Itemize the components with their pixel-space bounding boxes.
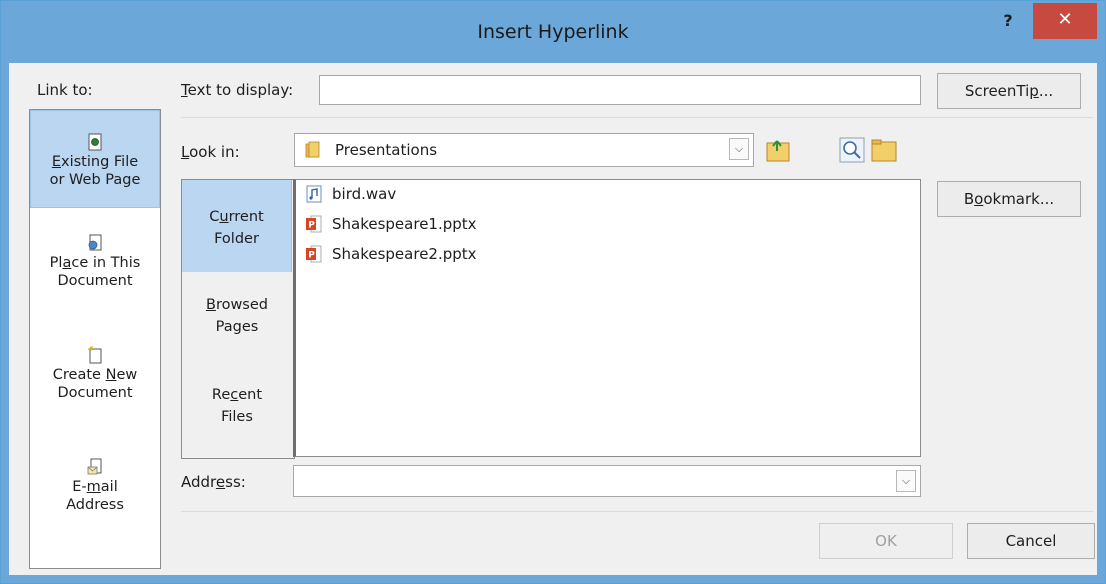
audio-file-icon [306,185,322,203]
link-label-part: ce in This [71,255,141,271]
svg-text:P: P [308,251,315,261]
label-accel: L [181,143,190,161]
browse-label-line2: Folder [214,231,259,247]
insert-hyperlink-dialog: Insert Hyperlink ? ✕ Link to: Existing F… [0,0,1106,584]
btn-text: okmark... [983,190,1055,208]
btn-text: B [963,190,975,208]
svg-text:P: P [308,221,315,231]
link-label-accel: m [86,479,101,495]
label-text: Addr [181,473,216,491]
look-in-value: Presentations [335,141,438,159]
label-accel: e [215,473,226,491]
title-bar: Insert Hyperlink ? ✕ [1,1,1105,65]
link-create-new-document[interactable]: Create New Document [31,346,159,402]
link-label-line2: Document [57,273,133,289]
link-place-in-this-document[interactable]: Place in This Document [31,234,159,290]
place-in-document-icon [88,234,102,251]
btn-accel: p [1029,82,1039,100]
label-text: ook in: [189,143,240,161]
separator [181,511,1093,512]
email-address-icon [87,458,102,475]
link-label-line2: Document [57,385,133,401]
btn-text: ScreenTi [964,82,1030,100]
browse-label-part: rrent [228,209,264,225]
file-name: Shakespeare1.pptx [332,215,477,233]
powerpoint-file-icon: P [306,215,322,233]
browse-recent-files[interactable]: Recent Files [182,384,292,428]
browse-file-button[interactable] [871,137,897,163]
link-email-address[interactable]: E-mail Address [31,458,159,514]
link-label-part: ail [100,479,118,495]
label-accel: T [181,81,188,99]
chevron-down-icon[interactable]: ⌵ [896,470,916,492]
link-to-label: Link to: [37,81,93,99]
browse-current-folder[interactable]: Current Folder [182,180,292,272]
browse-label-line2: Files [221,409,253,425]
look-in-label: Look in: [181,143,240,161]
link-label-line2: Address [66,497,124,513]
link-label-part: Create [52,367,106,383]
label-text: ext to display: [187,81,294,99]
ok-button[interactable]: OK [819,523,953,559]
browse-label-part: Re [211,387,231,403]
web-page-icon [88,133,102,151]
btn-text: ... [1038,82,1054,100]
text-to-display-label: Text to display: [181,81,293,99]
label-text: ss: [225,473,246,491]
address-input[interactable]: ⌵ [293,465,921,497]
link-label-part: xisting File [61,154,139,170]
btn-accel: o [974,190,984,208]
link-label-line2: or Web Page [49,172,141,188]
browse-bar: Current Folder Browsed Pages Recent File… [181,179,295,459]
link-label-accel: N [105,367,117,383]
help-button[interactable]: ? [993,11,1023,37]
powerpoint-file-icon: P [306,245,322,263]
address-label: Address: [181,473,246,491]
up-folder-icon [766,140,790,162]
browse-web-icon [839,137,865,163]
file-name: Shakespeare2.pptx [332,245,477,263]
browse-label-part: ent [238,387,263,403]
link-label-part: ew [116,367,138,383]
link-label-accel: E [51,154,61,170]
file-list[interactable]: bird.wav P Shakespeare1.pptx P Shakespea… [293,179,921,457]
file-name: bird.wav [332,185,397,203]
link-label-part: Pl [49,255,63,271]
screentip-button[interactable]: ScreenTip... [937,73,1081,109]
browse-label-accel: u [219,209,229,225]
dialog-body: Link to: Existing File or Web Page Place… [9,63,1097,575]
up-one-folder-button[interactable] [765,137,791,163]
text-to-display-input[interactable] [319,75,921,105]
bookmark-button[interactable]: Bookmark... [937,181,1081,217]
cancel-button[interactable]: Cancel [967,523,1095,559]
browse-label-accel: B [205,297,216,313]
open-folder-icon [871,139,897,162]
folder-icon [305,141,320,158]
close-button[interactable]: ✕ [1033,3,1097,39]
look-in-dropdown[interactable]: Presentations ⌵ [294,133,754,167]
link-label-accel: a [62,255,72,271]
browse-label-line2: Pages [215,319,259,335]
browse-browsed-pages[interactable]: Browsed Pages [182,294,292,338]
browse-label-part: rowsed [215,297,268,313]
link-existing-file-or-web-page[interactable]: Existing File or Web Page [30,110,160,208]
link-label-part: E- [72,479,87,495]
separator [181,117,1093,118]
browse-label-part: C [209,209,220,225]
link-to-bar: Existing File or Web Page Place in This … [29,109,161,569]
dialog-title: Insert Hyperlink [477,21,629,43]
chevron-down-icon[interactable]: ⌵ [729,138,749,160]
new-document-icon [87,346,102,364]
browse-web-button[interactable] [839,137,865,163]
